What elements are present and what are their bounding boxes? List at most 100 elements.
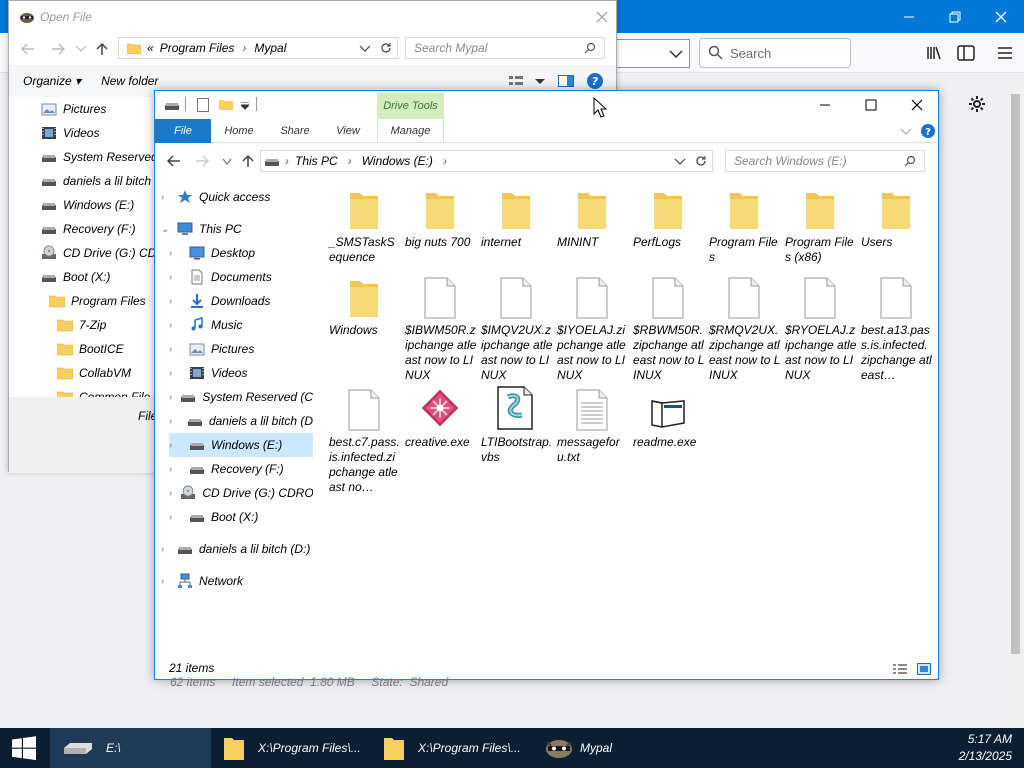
chevron-right-icon[interactable]: › xyxy=(169,512,181,523)
browser-scrollbar[interactable] xyxy=(1007,74,1024,728)
explorer-address-bar[interactable]: › This PC › Windows (E:) › xyxy=(260,150,713,172)
nav-tree-item[interactable]: › Quick access xyxy=(161,185,313,209)
dialog-tree-item[interactable]: BootICE xyxy=(57,337,124,361)
file-item[interactable]: $IBWM50R.zipchange atleast now to LINUX xyxy=(403,271,477,383)
chevron-down-icon[interactable] xyxy=(359,44,371,54)
breadcrumb-windows-e[interactable]: Windows (E:) xyxy=(362,154,433,168)
tab-file[interactable]: File xyxy=(155,119,211,143)
breadcrumb-program-files[interactable]: Program Files xyxy=(160,41,235,55)
file-item[interactable]: $RBWM50R.zipchange atleast now to LINUX xyxy=(631,271,705,383)
taskbar-item-program-files-2[interactable]: X:\Program Files\... xyxy=(376,728,532,768)
tab-share[interactable]: Share xyxy=(267,119,323,143)
nav-tree-item[interactable]: › Videos xyxy=(169,361,313,385)
chevron-right-icon[interactable]: › xyxy=(169,344,181,355)
nav-tree-item[interactable]: ⌄ This PC xyxy=(161,217,313,241)
forward-arrow-icon[interactable] xyxy=(195,155,209,167)
chevron-right-icon[interactable]: › xyxy=(169,296,181,307)
chevron-right-icon[interactable]: › xyxy=(169,392,172,403)
folder-item[interactable]: Users xyxy=(859,183,933,250)
folder-item[interactable]: Windows xyxy=(327,271,401,338)
nav-tree-item[interactable]: › Network xyxy=(161,569,313,593)
dialog-tree-item[interactable]: daniels a lil bitch xyxy=(41,169,151,193)
dialog-tree-item[interactable]: CollabVM xyxy=(57,361,131,385)
dialog-address-bar[interactable]: « Program Files › Mypal xyxy=(118,37,398,59)
file-item[interactable]: $IYOELAJ.zipchange atleast now to LINUX xyxy=(555,271,629,383)
chevron-right-icon[interactable]: › xyxy=(169,488,172,499)
file-item[interactable]: $RMQV2UX.zipchange atleast now to LINUX xyxy=(707,271,781,383)
chevron-right-icon[interactable]: › xyxy=(161,544,173,555)
file-item[interactable]: $RYOELAJ.zipchange atleast now to LINUX xyxy=(783,271,857,383)
dialog-tree-item[interactable]: 7-Zip xyxy=(57,313,106,337)
close-icon[interactable] xyxy=(596,11,608,23)
folder-item[interactable]: PerfLogs xyxy=(631,183,705,250)
refresh-icon[interactable] xyxy=(695,155,707,167)
dialog-tree-item[interactable]: Videos xyxy=(41,121,99,145)
nav-tree-item[interactable]: › Windows (E:) xyxy=(169,433,313,457)
dialog-tree-item[interactable]: Boot (X:) xyxy=(41,265,110,289)
organize-button[interactable]: Organize ▾ xyxy=(23,74,81,88)
chevron-down-icon[interactable] xyxy=(669,49,683,59)
sidebar-icon[interactable] xyxy=(957,45,975,61)
nav-tree-item[interactable]: › Desktop xyxy=(169,241,313,265)
library-icon[interactable] xyxy=(926,45,942,61)
help-icon[interactable]: ? xyxy=(587,73,603,89)
dialog-tree-item[interactable]: CD Drive (G:) CD xyxy=(41,241,156,265)
nav-tree-item[interactable]: › CD Drive (G:) CDRO xyxy=(169,481,313,505)
minimize-button[interactable] xyxy=(886,0,932,33)
tab-manage[interactable]: Manage xyxy=(377,119,444,143)
nav-tree-item[interactable]: › Recovery (F:) xyxy=(169,457,313,481)
new-folder-icon[interactable] xyxy=(219,98,233,110)
chevron-right-icon[interactable]: › xyxy=(161,576,173,587)
chevron-down-icon[interactable] xyxy=(535,78,545,86)
tab-home[interactable]: Home xyxy=(211,119,267,143)
chevron-right-icon[interactable]: › xyxy=(169,440,181,451)
qat-dropdown-icon[interactable] xyxy=(241,102,249,110)
chevron-right-icon[interactable]: › xyxy=(161,192,173,203)
explorer-search-input[interactable]: Search Windows (E:) xyxy=(725,150,925,172)
chevron-right-icon[interactable]: › xyxy=(169,464,181,475)
file-item[interactable]: LTIBootstrap.vbs xyxy=(479,383,553,465)
chevron-right-icon[interactable]: › xyxy=(169,320,181,331)
new-folder-button[interactable]: New folder xyxy=(101,74,158,88)
view-options-icon[interactable] xyxy=(509,75,523,87)
chevron-right-icon[interactable]: › xyxy=(169,416,179,427)
maximize-button[interactable] xyxy=(848,91,894,119)
nav-tree-item[interactable]: › daniels a lil bitch (D xyxy=(169,409,313,433)
dialog-tree-item[interactable]: Recovery (F:) xyxy=(41,217,136,241)
browser-search-input[interactable]: Search xyxy=(699,38,851,68)
file-item[interactable]: readme.exe xyxy=(631,383,705,450)
preview-pane-icon[interactable] xyxy=(558,75,574,87)
large-icons-view-icon[interactable] xyxy=(917,663,931,675)
breadcrumb-this-pc[interactable]: This PC xyxy=(295,154,338,168)
chevron-down-icon[interactable]: ⌄ xyxy=(161,224,173,235)
nav-tree-item[interactable]: › Documents xyxy=(169,265,313,289)
help-icon[interactable]: ? xyxy=(921,124,935,138)
back-arrow-icon[interactable] xyxy=(21,43,35,55)
restore-button[interactable] xyxy=(932,0,978,33)
up-arrow-icon[interactable] xyxy=(95,42,109,56)
gear-icon[interactable] xyxy=(968,95,986,113)
nav-tree-item[interactable]: › System Reserved (C: xyxy=(169,385,313,409)
nav-tree-item[interactable]: › Pictures xyxy=(169,337,313,361)
forward-arrow-icon[interactable] xyxy=(51,43,65,55)
back-arrow-icon[interactable] xyxy=(167,155,181,167)
tab-view[interactable]: View xyxy=(323,119,373,143)
nav-tree-item[interactable]: › daniels a lil bitch (D:) xyxy=(161,537,313,561)
hamburger-menu-icon[interactable] xyxy=(997,45,1013,61)
folder-item[interactable]: Program Files (x86) xyxy=(783,183,857,265)
up-arrow-icon[interactable] xyxy=(241,154,255,168)
folder-item[interactable]: big nuts 700 xyxy=(403,183,477,250)
file-item[interactable]: creative.exe xyxy=(403,383,477,450)
scrollbar-thumb[interactable] xyxy=(1011,94,1020,654)
folder-item[interactable]: Program Files xyxy=(707,183,781,265)
dialog-tree-item[interactable]: Pictures xyxy=(41,97,106,121)
chevron-down-icon[interactable] xyxy=(222,158,232,166)
nav-tree-item[interactable]: › Downloads xyxy=(169,289,313,313)
file-item[interactable]: $IMQV2UX.zipchange atleast now to LINUX xyxy=(479,271,553,383)
url-bar[interactable] xyxy=(610,39,690,68)
expand-ribbon-icon[interactable] xyxy=(900,128,912,136)
taskbar-item-mypal[interactable]: Mypal xyxy=(536,728,666,768)
details-view-icon[interactable] xyxy=(893,663,907,675)
properties-icon[interactable] xyxy=(197,98,209,112)
nav-tree-item[interactable]: › Boot (X:) xyxy=(169,505,313,529)
